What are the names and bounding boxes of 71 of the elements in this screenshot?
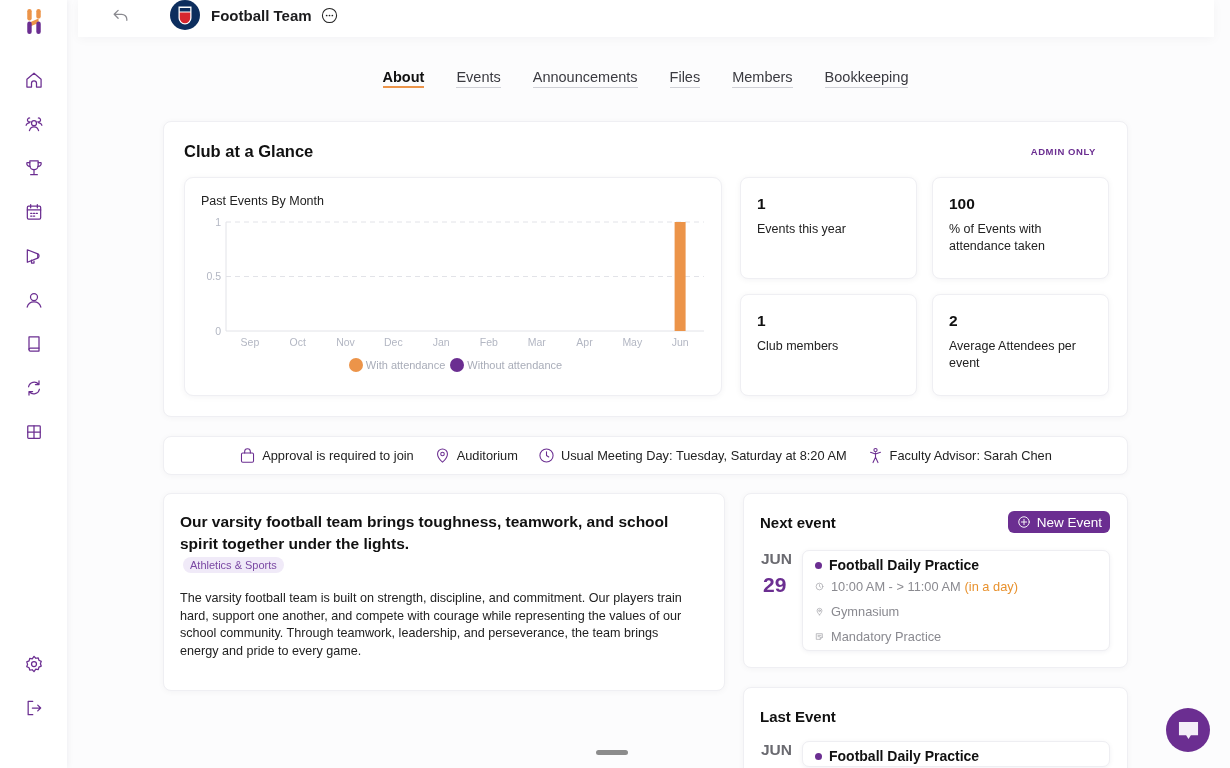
club-headline: Our varsity football team brings toughness, teamwork, and school spirit together under the lights.	[180, 512, 670, 554]
club-description: The varsity football team is built on strength, discipline, and commitment. Our players train hard, support one another, and compete with courage while representing the values of our school community. Through teamwork, leadership, and perseverance, the team brings energy and pride to every game.	[180, 590, 683, 660]
card-title: Last Event	[760, 707, 836, 725]
section-title: Club at a Glance	[184, 141, 314, 161]
home-icon[interactable]	[23, 70, 44, 90]
axis-label: Dec	[383, 336, 403, 348]
admin-only-label: ADMIN ONLY	[1030, 145, 1096, 157]
event-name: Football Daily Practice	[829, 748, 980, 764]
axis-label: Apr	[576, 336, 593, 348]
info-text: Usual Meeting Day: Tuesday, Saturday at 8:20 AM	[560, 448, 847, 463]
card-title: Next event	[760, 513, 836, 531]
tab[interactable]: Bookkeeping	[824, 69, 909, 88]
info-text: Approval is required to join	[262, 448, 414, 463]
tab[interactable]: Events	[456, 69, 501, 88]
event-note: Mandatory Practice	[831, 629, 942, 644]
chat-button[interactable]	[1166, 708, 1210, 752]
club-title: Football Team	[211, 6, 312, 24]
axis-label: 0	[215, 324, 221, 337]
location-pin-icon	[815, 607, 824, 616]
axis-label: Mar	[527, 336, 546, 348]
legend-label: Without attendance	[467, 359, 563, 371]
stat-value: 1	[757, 195, 767, 213]
axis-label: Jun	[671, 336, 689, 348]
stat-label: Events this year	[757, 221, 847, 238]
drag-handle[interactable]	[596, 750, 628, 755]
event-month: JUN	[761, 550, 792, 568]
clock-icon	[815, 582, 824, 591]
event-time: 10:00 AM - > 11:00 AM	[831, 579, 961, 594]
axis-label: Feb	[479, 336, 498, 348]
category-tag: Athletics & Sports	[183, 557, 284, 573]
relative-time: (in a day)	[964, 579, 1018, 594]
people-icon[interactable]	[23, 114, 44, 134]
tab[interactable]: About	[382, 69, 425, 88]
tab[interactable]: Announcements	[532, 69, 638, 88]
trophy-icon[interactable]	[23, 158, 44, 178]
legend-label: With attendance	[365, 359, 446, 371]
axis-label: Jan	[432, 336, 450, 348]
tab[interactable]: Members	[732, 69, 793, 88]
axis-label: 1	[215, 215, 221, 228]
axis-label: May	[622, 336, 643, 348]
axis-label: Oct	[289, 336, 306, 348]
stat-label: Average Attendees per event	[949, 338, 1077, 372]
stat-label: Club members	[757, 338, 840, 355]
app-logo[interactable]	[25, 8, 42, 35]
event-location: Gymnasium	[831, 604, 900, 619]
event-month: JUN	[761, 741, 792, 759]
more-icon[interactable]	[320, 6, 338, 24]
event-dot-icon	[815, 561, 822, 569]
info-text: Faculty Advisor: Sarah Chen	[889, 448, 1052, 463]
tab[interactable]: Files	[669, 69, 701, 88]
event-item[interactable]: Football Daily Practice 10:00 AM - > 11:00 AM (in a day) Gymnasium Mandatory Practice	[802, 550, 1110, 651]
stat-value: 100	[949, 195, 976, 213]
chat-bubble-icon	[1176, 719, 1200, 741]
note-icon	[815, 632, 824, 641]
settings-icon[interactable]	[23, 654, 44, 674]
info-text: Auditorium	[456, 448, 518, 463]
event-day: 29	[763, 573, 787, 597]
event-item[interactable]: Football Daily Practice	[802, 741, 1110, 767]
stat-value: 1	[757, 312, 767, 330]
event-dot-icon	[815, 752, 822, 760]
event-name: Football Daily Practice	[829, 557, 980, 573]
chart-title: Past Events By Month	[201, 193, 325, 210]
axis-label: 0.5	[206, 270, 221, 282]
axis-label: Nov	[336, 336, 355, 348]
axis-label: Sep	[240, 336, 260, 348]
lock-icon	[239, 447, 257, 464]
new-event-button[interactable]: New Event	[1007, 511, 1110, 533]
stat-label: % of Events with attendance taken	[949, 221, 1046, 255]
stat-value: 2	[949, 312, 959, 330]
clock-icon	[537, 447, 555, 464]
plus-circle-icon	[1016, 515, 1031, 529]
